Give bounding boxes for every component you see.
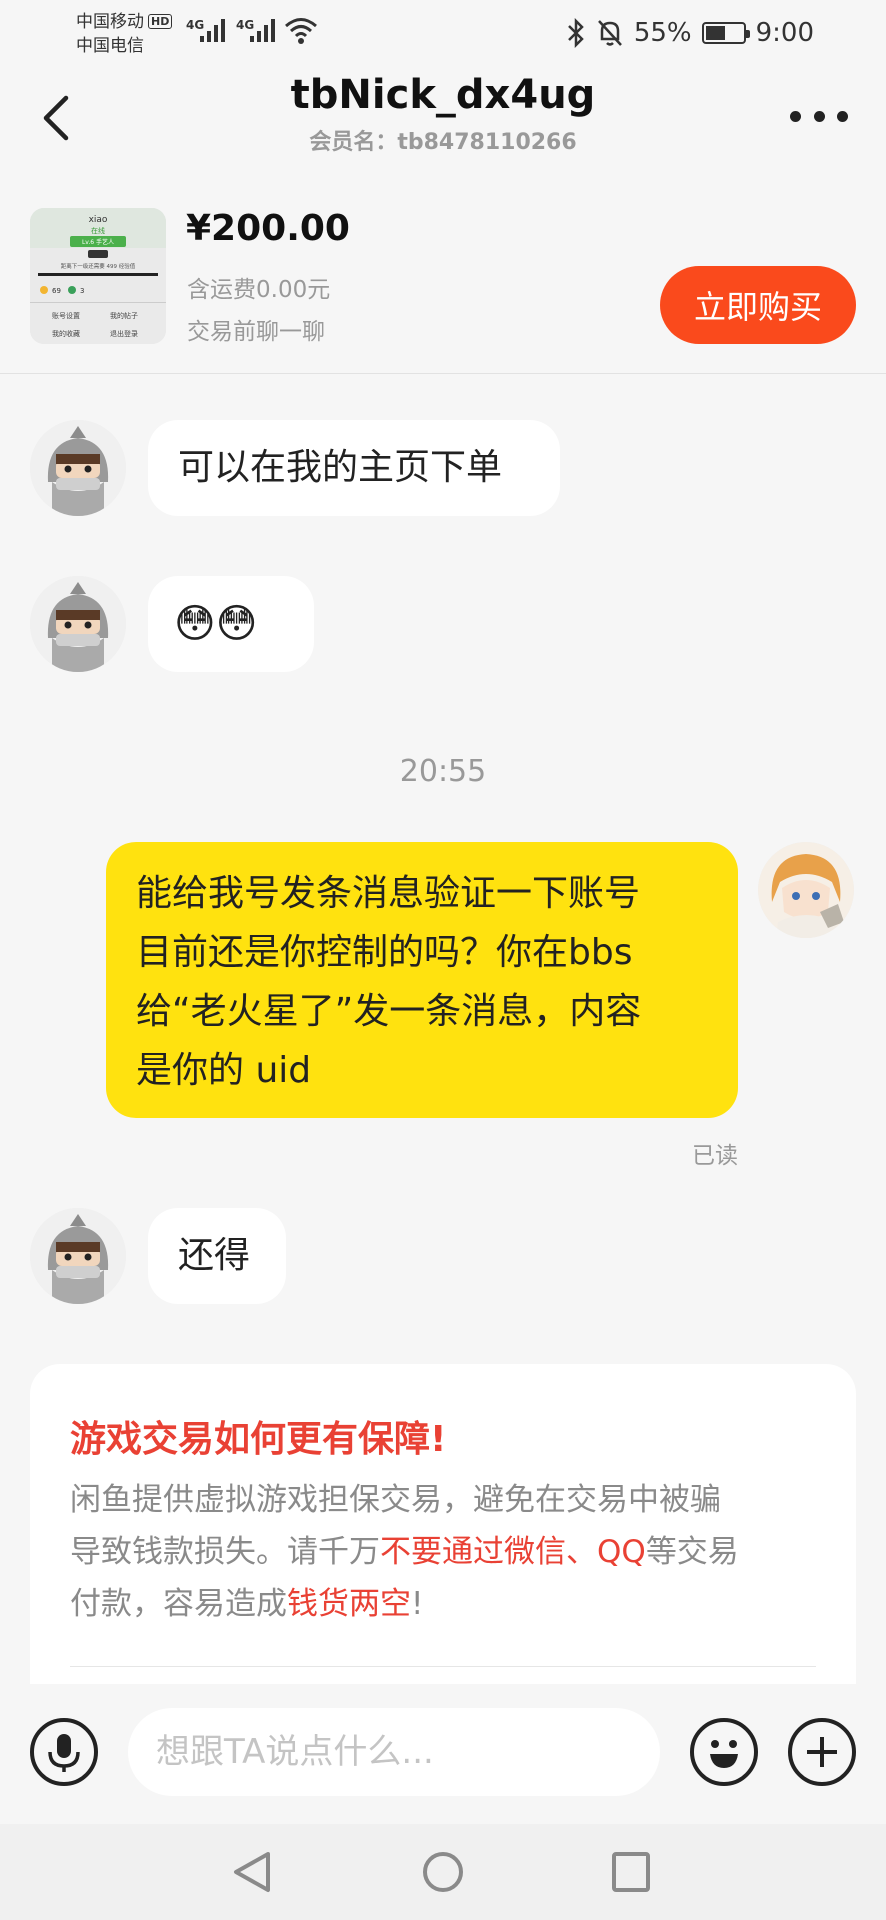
divider (70, 1666, 816, 1667)
chat-header: tbNick_dx4ug 会员名：tb8478110266 (0, 66, 886, 166)
notice-line-1: 闲鱼提供虚拟游戏担保交易，避免在交易中被骗 (70, 1482, 721, 1518)
thumb-menu-2: 我的帖子 (110, 311, 138, 320)
product-price: ¥200.00 (186, 208, 350, 249)
seller-avatar[interactable] (30, 1208, 126, 1304)
my-message-bubble[interactable]: 能给我号发条消息验证一下账号 目前还是你控制的吗？你在bbs 给“老火星了”发一… (106, 842, 738, 1118)
notice-text: ! (411, 1586, 424, 1622)
status-right: 55% 9:00 (566, 16, 814, 50)
my-avatar[interactable] (758, 842, 854, 938)
chat-before-trade-note: 交易前聊一聊 (187, 319, 325, 345)
thumb-gems: 3 (80, 287, 84, 295)
product-card[interactable]: xiao 在线 Lv.6 手艺人 距离下一级还需要 499 经验值 69 3 账… (0, 194, 886, 374)
thumb-username: xiao (89, 215, 108, 225)
read-status: 已读 (692, 1143, 738, 1169)
plus-icon (807, 1737, 837, 1767)
message-line: 目前还是你控制的吗？你在bbs (136, 932, 633, 973)
mute-bell-icon (597, 20, 622, 46)
message-bubble[interactable]: 可以在我的主页下单 (148, 420, 560, 516)
status-bar: 中国移动 HD 中国电信 4G 4G 55% 9:00 (0, 0, 886, 66)
safety-notice-card: 游戏交易如何更有保障! 闲鱼提供虚拟游戏担保交易，避免在交易中被骗 导致钱款损失… (30, 1364, 856, 1684)
notice-text: 付款，容易造成 (70, 1586, 287, 1622)
clock: 9:00 (755, 18, 814, 48)
buy-now-button[interactable]: 立即购买 (660, 266, 856, 344)
message-line: 能给我号发条消息验证一下账号 (136, 873, 641, 914)
notice-body: 闲鱼提供虚拟游戏担保交易，避免在交易中被骗 导致钱款损失。请千万不要通过微信、Q… (70, 1474, 840, 1630)
ninja-avatar-icon (30, 420, 126, 516)
nav-home-icon[interactable] (420, 1848, 466, 1896)
notice-warning-text: 不要通过微信、QQ (380, 1534, 646, 1570)
wifi-icon (285, 18, 317, 44)
signal-icon (250, 19, 275, 42)
emoji-button[interactable] (690, 1718, 758, 1786)
carrier-2: 中国电信 (76, 36, 144, 56)
nav-back-icon[interactable] (230, 1848, 274, 1896)
thumb-menu-4: 退出登录 (110, 329, 138, 338)
more-actions-button[interactable] (788, 1718, 856, 1786)
thumb-level: Lv.6 手艺人 (82, 238, 114, 246)
thumb-menu-1: 账号设置 (52, 311, 80, 320)
notice-text: 导致钱款损失。请千万 (70, 1534, 380, 1570)
signal-icon (200, 19, 225, 42)
input-bar (0, 1684, 886, 1824)
thumb-menu-3: 我的收藏 (52, 329, 80, 338)
bluetooth-icon (567, 18, 584, 48)
nav-recents-icon[interactable] (610, 1850, 652, 1894)
system-nav-bar (0, 1824, 886, 1920)
notice-warning-text: 钱货两空 (287, 1586, 411, 1622)
smiley-icon (710, 1740, 738, 1768)
message-line: 是你的 uid (136, 1050, 312, 1091)
more-dots-icon[interactable] (790, 106, 848, 126)
anime-avatar-icon (758, 842, 854, 938)
battery-percent: 55% (633, 18, 692, 48)
ninja-avatar-icon (30, 1208, 126, 1304)
seller-avatar[interactable] (30, 576, 126, 672)
voice-input-button[interactable] (30, 1718, 98, 1786)
hd-badge: HD (148, 14, 173, 29)
page-title: tbNick_dx4ug (290, 72, 596, 118)
ninja-avatar-icon (30, 576, 126, 672)
chat-timestamp: 20:55 (399, 754, 487, 789)
notice-title: 游戏交易如何更有保障! (70, 1419, 447, 1460)
carrier-1: 中国移动 (76, 12, 144, 32)
carrier-info: 中国移动 HD 中国电信 (76, 10, 173, 58)
member-name: 会员名：tb8478110266 (309, 130, 577, 155)
divider (0, 373, 886, 374)
thumb-exp-text: 距离下一级还需要 499 经验值 (61, 262, 136, 270)
microphone-icon (48, 1734, 80, 1772)
notice-line-3: 付款，容易造成钱货两空! (70, 1578, 840, 1630)
notice-text: 等交易 (645, 1534, 739, 1570)
battery-icon (701, 22, 750, 44)
notice-line-2: 导致钱款损失。请千万不要通过微信、QQ等交易 (70, 1526, 840, 1578)
thumb-coins: 69 (52, 287, 61, 295)
message-input[interactable] (128, 1708, 660, 1796)
message-bubble-emoji[interactable]: 😳😳 (148, 576, 314, 672)
thumb-online: 在线 (91, 226, 105, 235)
product-thumbnail[interactable]: xiao 在线 Lv.6 手艺人 距离下一级还需要 499 经验值 69 3 账… (30, 208, 166, 344)
message-line: 给“老火星了”发一条消息，内容 (136, 991, 642, 1032)
seller-avatar[interactable] (30, 420, 126, 516)
message-bubble[interactable]: 还得 (148, 1208, 286, 1304)
shipping-fee: 含运费0.00元 (187, 277, 331, 303)
